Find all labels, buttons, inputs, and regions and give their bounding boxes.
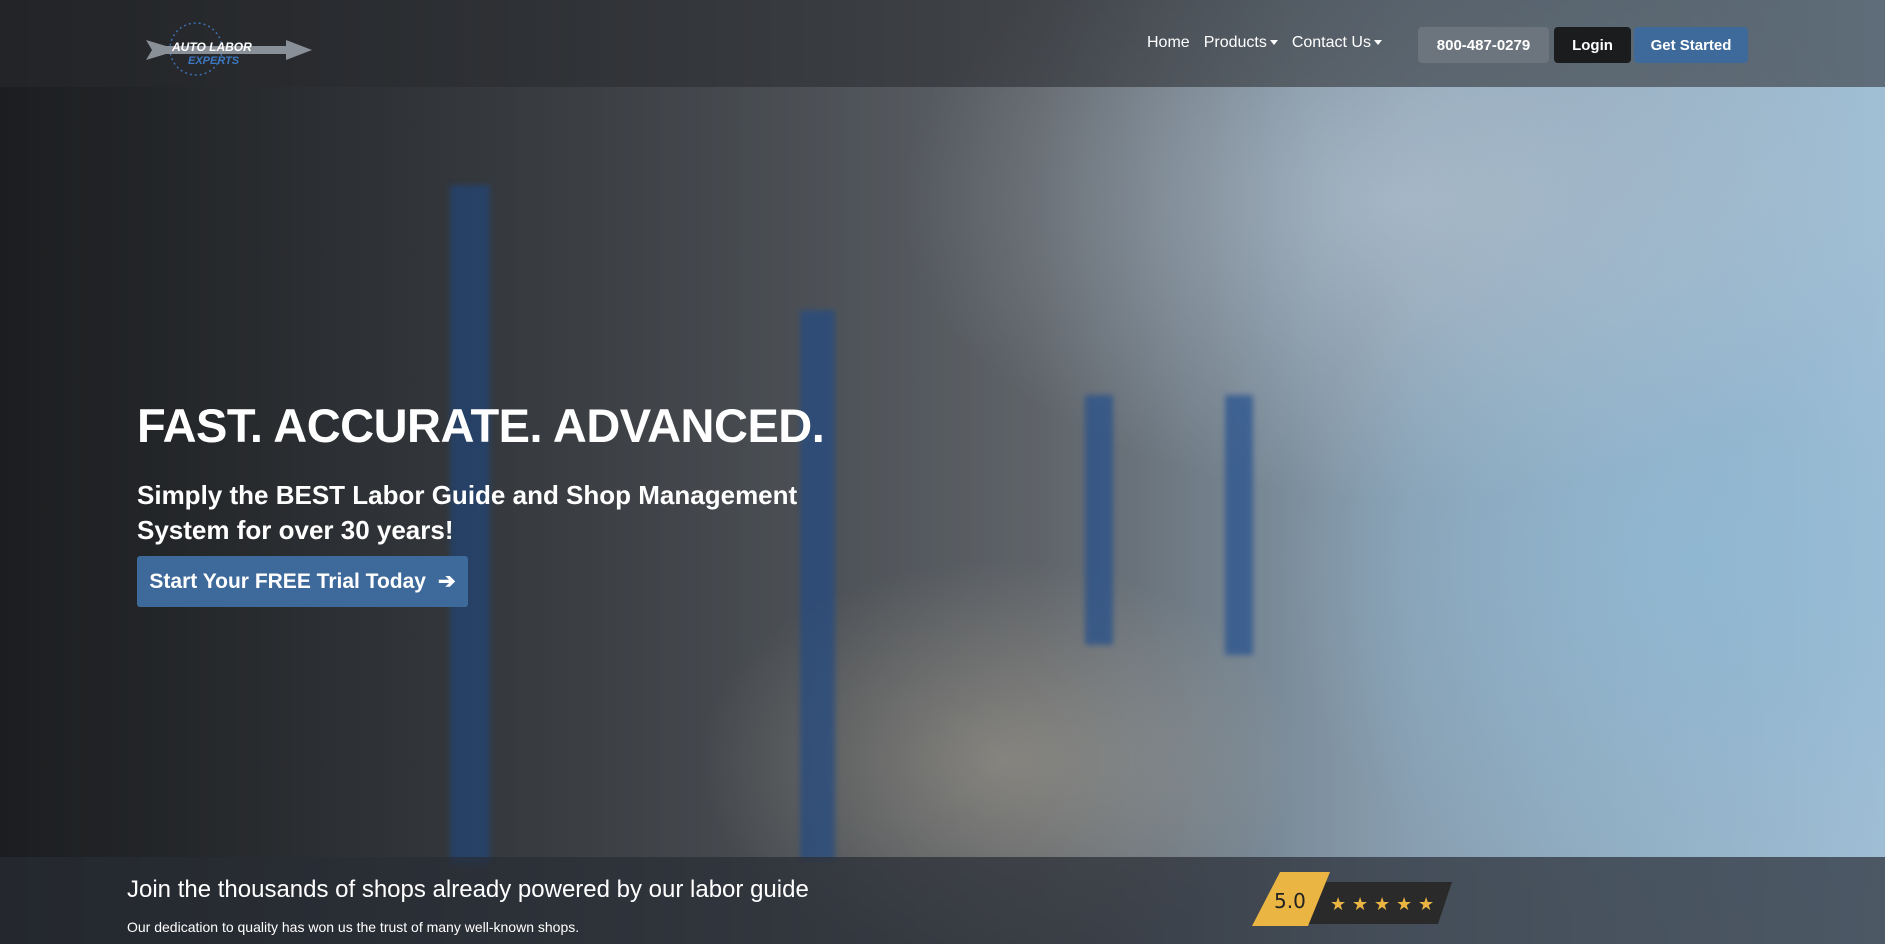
svg-text:★: ★ — [1352, 894, 1368, 914]
navbar: AUTO LABOR EXPERTS Home Products Contact… — [0, 0, 1885, 87]
phone-button[interactable]: 800-487-0279 — [1418, 27, 1549, 63]
trust-title: Join the thousands of shops already powe… — [127, 876, 809, 903]
nav-products-label: Products — [1203, 34, 1267, 51]
overlay — [0, 0, 1885, 944]
svg-text:EXPERTS: EXPERTS — [188, 55, 240, 67]
hero-subtitle: Simply the BEST Labor Guide and Shop Man… — [137, 480, 798, 545]
star-icons: ★ ★ ★ ★ ★ — [1330, 894, 1434, 914]
svg-text:AUTO LABOR: AUTO LABOR — [171, 40, 252, 54]
logo[interactable]: AUTO LABOR EXPERTS — [136, 20, 312, 78]
rating-value: 5.0 — [1274, 889, 1306, 913]
svg-text:★: ★ — [1396, 894, 1412, 914]
hero-headline: FAST. ACCURATE. ADVANCED. — [137, 399, 825, 452]
get-started-button[interactable]: Get Started — [1634, 27, 1748, 63]
arrow-right-icon: ➔ — [437, 570, 456, 593]
nav-contact-label: Contact Us — [1291, 34, 1371, 51]
caret-down-icon — [1269, 40, 1278, 46]
caret-down-icon — [1373, 40, 1382, 46]
svg-text:★: ★ — [1374, 894, 1390, 914]
login-button[interactable]: Login — [1554, 27, 1631, 63]
nav-products[interactable]: Products — [1204, 34, 1278, 52]
nav-home[interactable]: Home — [1147, 34, 1190, 52]
nav-contact[interactable]: Contact Us — [1292, 34, 1382, 52]
svg-text:★: ★ — [1418, 894, 1434, 914]
free-trial-label: Start Your FREE Trial Today — [149, 569, 426, 593]
svg-text:★: ★ — [1330, 894, 1346, 914]
trust-text: Our dedication to quality has won us the… — [127, 919, 580, 935]
free-trial-button[interactable]: Start Your FREE Trial Today ➔ — [137, 556, 468, 607]
rating-badge: ★ ★ ★ ★ ★ 5.0 — [1252, 872, 1452, 926]
